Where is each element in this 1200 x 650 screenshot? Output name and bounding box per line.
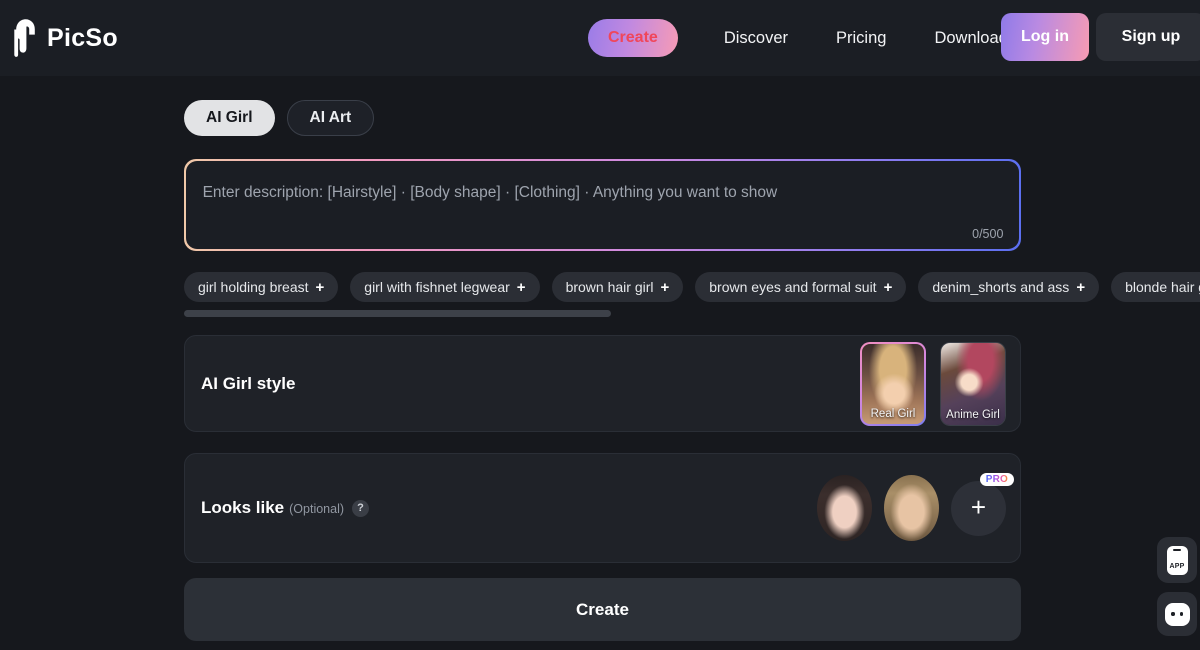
nav-item-pricing[interactable]: Pricing (812, 19, 910, 57)
chat-support-fab[interactable] (1157, 592, 1197, 636)
auth-buttons: Log in Sign up (1001, 13, 1200, 61)
mode-tabs: AI Girl AI Art (184, 100, 375, 136)
suggestion-chip[interactable]: blonde hair girl+ (1111, 272, 1200, 302)
suggestion-chip-label: denim_shorts and ass (932, 279, 1070, 295)
looks-like-panel: Looks like (Optional) ? + PRO (184, 453, 1021, 563)
style-card-anime-girl[interactable]: Anime Girl (940, 341, 1006, 426)
help-icon[interactable]: ? (352, 499, 370, 517)
pro-badge: PRO (979, 472, 1014, 486)
style-panel-title: AI Girl style (201, 373, 296, 393)
suggestion-chip[interactable]: brown hair girl + (551, 272, 684, 302)
prompt-placeholder: Enter description: [Hairstyle] · [Body s… (202, 183, 778, 201)
ai-girl-style-panel: AI Girl style Real Girl Anime Girl (184, 335, 1021, 432)
app-download-fab[interactable]: APP (1157, 537, 1197, 583)
add-avatar-button[interactable]: + PRO (951, 472, 1014, 536)
style-card-real-girl-inner: Real Girl (862, 343, 924, 424)
plus-icon: + (660, 278, 670, 296)
style-panel-label: AI Girl style (201, 374, 295, 394)
brand-logo[interactable]: PicSo (12, 18, 118, 58)
nav-item-discover[interactable]: Discover (700, 19, 812, 57)
chat-dot-1 (1171, 612, 1175, 616)
looks-like-title: Looks like (201, 498, 285, 517)
style-card-real-girl[interactable]: Real Girl (860, 341, 926, 426)
main-nav: Create Discover Pricing Download (588, 19, 1032, 57)
suggestion-chip-label: brown eyes and formal suit (709, 279, 877, 295)
chat-dot-2 (1179, 612, 1183, 616)
nav-item-create[interactable]: Create (588, 19, 678, 57)
tab-ai-art[interactable]: AI Art (286, 100, 375, 136)
style-card-anime-girl-label: Anime Girl (946, 408, 1000, 421)
style-card-real-girl-label: Real Girl (870, 407, 916, 420)
suggestion-chip[interactable]: girl holding breast + (184, 272, 339, 302)
suggestion-chip-label: girl with fishnet legwear (364, 279, 510, 295)
suggestion-chip[interactable]: brown eyes and formal suit + (695, 272, 907, 302)
chat-bubble-icon (1164, 602, 1190, 626)
prompt-input-wrapper: Enter description: [Hairstyle] · [Body s… (184, 159, 1021, 251)
looks-like-optional-note: (Optional) (289, 502, 345, 516)
prompt-char-counter: 0/500 (972, 227, 1004, 242)
chips-scrollbar-track[interactable] (184, 310, 1021, 317)
app-fab-label: APP (1169, 562, 1185, 570)
login-button[interactable]: Log in (1001, 13, 1089, 61)
suggestion-chips: girl holding breast + girl with fishnet le… (184, 272, 1200, 304)
avatar-option-2[interactable] (884, 475, 939, 541)
suggestion-chip[interactable]: denim_shorts and ass + (918, 272, 1100, 302)
suggestion-chip-label: girl holding breast (198, 279, 309, 295)
plus-icon: + (1076, 278, 1086, 296)
avatar-option-1[interactable] (817, 475, 872, 541)
style-card-group: Real Girl Anime Girl (860, 341, 1006, 426)
suggestion-chip-label: blonde hair girl (1125, 279, 1200, 295)
brand-name: PicSo (47, 23, 118, 52)
site-header: PicSo Create Discover Pricing Download L… (0, 0, 1200, 76)
chips-scrollbar-thumb[interactable] (184, 310, 611, 317)
looks-like-avatar-group: + PRO (817, 472, 1014, 541)
prompt-textarea[interactable]: Enter description: [Hairstyle] · [Body s… (185, 160, 1020, 250)
style-card-anime-girl-inner: Anime Girl (940, 341, 1006, 426)
plus-icon: + (315, 278, 325, 296)
suggestion-chip[interactable]: girl with fishnet legwear + (350, 272, 540, 302)
plus-icon: + (516, 278, 526, 296)
phone-app-icon: APP (1166, 545, 1188, 575)
create-submit-button[interactable]: Create (184, 578, 1021, 641)
pro-badge-label: PRO (985, 473, 1008, 485)
plus-icon: + (970, 492, 987, 522)
signup-button[interactable]: Sign up (1096, 13, 1200, 61)
paint-drip-logo-icon (12, 18, 38, 58)
suggestion-chip-label: brown hair girl (565, 279, 654, 295)
looks-like-label: Looks like (Optional) ? (201, 498, 370, 518)
tab-ai-girl[interactable]: AI Girl (184, 100, 275, 136)
plus-icon: + (883, 278, 893, 296)
